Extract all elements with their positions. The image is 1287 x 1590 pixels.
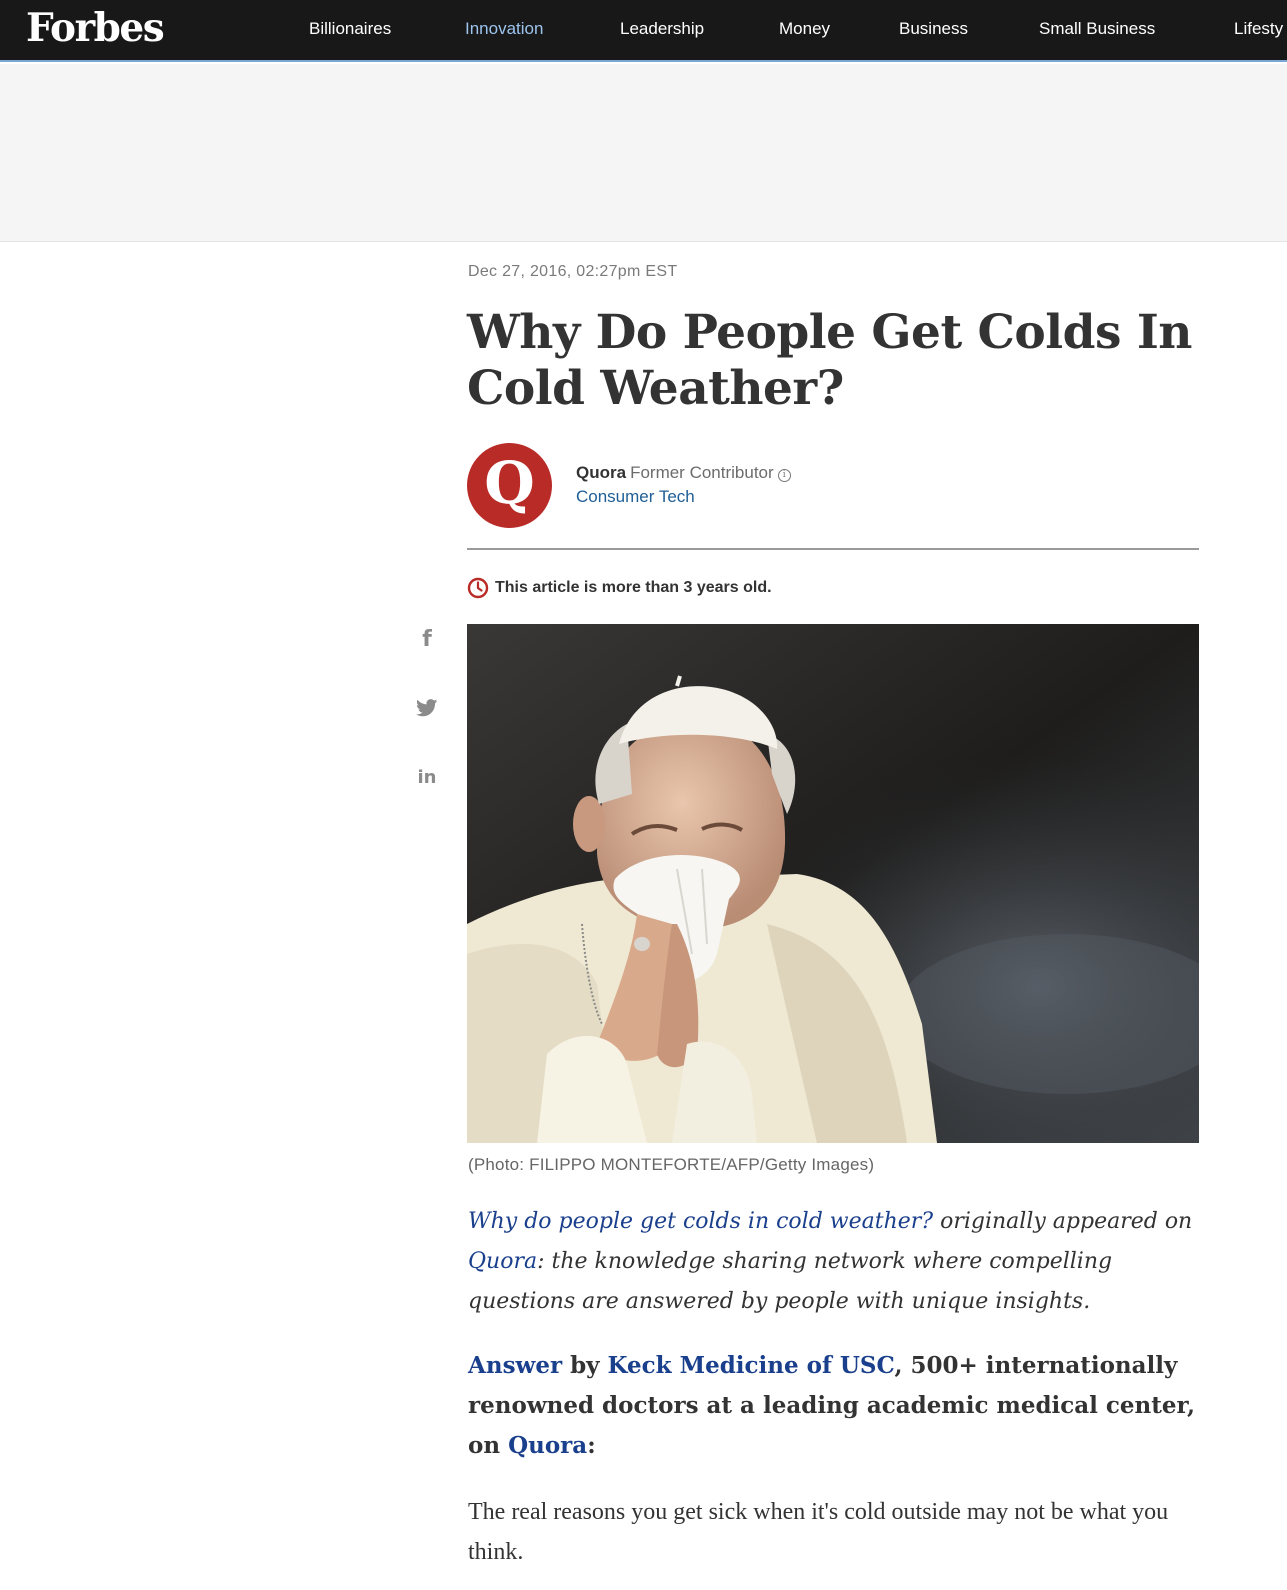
author-name[interactable]: Quora bbox=[576, 463, 626, 482]
answer-colon: : bbox=[587, 1432, 596, 1459]
answer-link[interactable]: Answer bbox=[468, 1352, 562, 1379]
article-age-notice: This article is more than 3 years old. bbox=[495, 579, 772, 596]
article-hero-photo bbox=[467, 624, 1199, 1143]
ad-banner-area bbox=[0, 64, 1287, 242]
share-facebook-button[interactable]: f bbox=[412, 624, 442, 654]
share-twitter-button[interactable] bbox=[412, 693, 442, 723]
answer-quora-link[interactable]: Quora bbox=[508, 1432, 587, 1459]
author-role: Former Contributor bbox=[630, 463, 774, 482]
nav-item-lifestyle[interactable]: Lifesty bbox=[1234, 19, 1283, 39]
byline-divider bbox=[467, 548, 1199, 550]
article-title: Why Do People Get Colds In Cold Weather? bbox=[467, 305, 1192, 416]
author-byline: Quora Former Contributor i bbox=[576, 463, 791, 483]
article-date: Dec 27, 2016, 02:27pm EST bbox=[468, 263, 678, 280]
photo-caption: (Photo: FILIPPO MONTEFORTE/AFP/Getty Ima… bbox=[468, 1155, 875, 1174]
keck-medicine-link[interactable]: Keck Medicine of USC bbox=[608, 1352, 895, 1379]
answer-attribution: Answer by Keck Medicine of USC, 500+ int… bbox=[468, 1346, 1208, 1466]
facebook-icon: f bbox=[422, 626, 432, 652]
article-body-paragraph: The real reasons you get sick when it's … bbox=[468, 1499, 1169, 1565]
nav-item-leadership[interactable]: Leadership bbox=[620, 19, 704, 39]
channel-link[interactable]: Consumer Tech bbox=[576, 487, 695, 507]
nav-item-small-business[interactable]: Small Business bbox=[1039, 19, 1155, 39]
info-icon[interactable]: i bbox=[777, 469, 791, 482]
article-intro: Why do people get colds in cold weather?… bbox=[468, 1202, 1200, 1322]
nav-item-business[interactable]: Business bbox=[899, 19, 968, 39]
quora-link[interactable]: Quora bbox=[468, 1249, 537, 1274]
share-linkedin-button[interactable]: in bbox=[412, 762, 442, 792]
nav-item-money[interactable]: Money bbox=[779, 19, 830, 39]
forbes-logo[interactable]: Forbes bbox=[26, 2, 165, 54]
author-avatar[interactable]: Q bbox=[467, 443, 552, 528]
top-nav-bar: Forbes Billionaires Innovation Leadershi… bbox=[0, 0, 1287, 62]
nav-item-billionaires[interactable]: Billionaires bbox=[309, 19, 391, 39]
answer-by-text: by bbox=[562, 1352, 608, 1379]
photo-illustration bbox=[467, 624, 1199, 1143]
twitter-icon bbox=[416, 699, 438, 717]
quora-logo-letter: Q bbox=[484, 449, 535, 517]
question-link[interactable]: Why do people get colds in cold weather? bbox=[468, 1209, 933, 1234]
nav-item-innovation[interactable]: Innovation bbox=[465, 19, 543, 39]
clock-icon bbox=[467, 577, 489, 599]
intro-text-2: : the knowledge sharing network where co… bbox=[468, 1249, 1113, 1314]
intro-text-1: originally appeared on bbox=[933, 1209, 1193, 1234]
linkedin-icon: in bbox=[417, 766, 437, 788]
